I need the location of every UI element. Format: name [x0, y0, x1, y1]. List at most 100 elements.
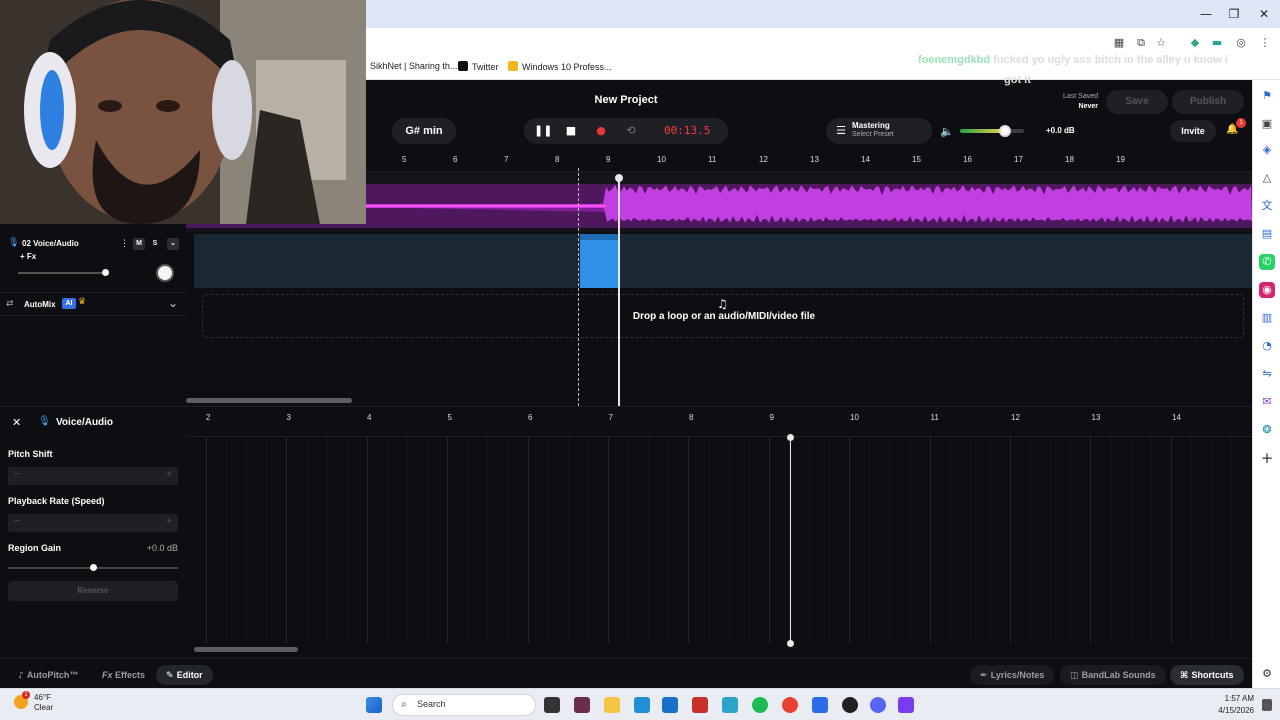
pitch-shift-stepper[interactable]: − +	[8, 467, 178, 485]
browser-icon[interactable]	[722, 697, 738, 713]
translate-icon[interactable]: ⇋	[1259, 366, 1275, 382]
editor-button[interactable]: ✎ Editor	[156, 665, 213, 685]
bookmark-icon[interactable]: ⚑	[1259, 88, 1275, 104]
ruler-tick: 7	[504, 155, 509, 164]
chevron-down-icon[interactable]: ⌄	[167, 238, 179, 250]
editor-scrollbar[interactable]	[194, 647, 298, 652]
bookmark-sikhnet[interactable]: SikhNet | Sharing th...	[370, 61, 457, 71]
playback-rate-stepper[interactable]: − +	[8, 514, 178, 532]
webcam-overlay	[0, 0, 366, 224]
bookmark-twitter[interactable]: Twitter	[458, 61, 499, 72]
mastering-button[interactable]: ☰ Mastering Select Preset	[826, 118, 932, 144]
audio-region[interactable]	[580, 234, 620, 288]
close-icon[interactable]: ✕	[12, 416, 21, 429]
briefcase-icon[interactable]: ▣	[1259, 116, 1275, 132]
track-volume-slider[interactable]	[18, 269, 109, 276]
decrement-button[interactable]: −	[14, 469, 20, 480]
calendar-icon[interactable]: ▤	[1259, 226, 1275, 242]
app-icon[interactable]	[574, 697, 590, 713]
spotify-icon[interactable]	[752, 697, 768, 713]
editor-grid[interactable]	[186, 437, 1252, 643]
file-explorer-icon[interactable]	[604, 697, 620, 713]
translate-icon[interactable]: 文	[1259, 198, 1275, 214]
bandlab-sounds-button[interactable]: ◫ BandLab Sounds	[1060, 665, 1166, 685]
pan-knob[interactable]	[156, 264, 174, 282]
track-2-lane[interactable]	[194, 234, 1252, 288]
bookmark-windows10[interactable]: Windows 10 Profess...	[508, 61, 612, 72]
settings-gear-icon[interactable]: ⚙	[1259, 666, 1275, 682]
shortcuts-button[interactable]: ⌘ Shortcuts	[1170, 665, 1244, 685]
chrome-icon[interactable]	[782, 697, 798, 713]
favorite-star-icon[interactable]: ☆	[1154, 36, 1168, 50]
app-icon[interactable]	[842, 697, 858, 713]
chevron-down-icon[interactable]: ⌄	[168, 296, 178, 310]
volume-knob[interactable]	[998, 125, 1011, 137]
whatsapp-icon[interactable]: ✆	[1259, 254, 1275, 270]
reading-view-icon[interactable]: ▦	[1112, 36, 1126, 50]
more-menu-icon[interactable]: ⋮	[1258, 36, 1272, 50]
discord-icon[interactable]	[870, 697, 886, 713]
editor-playhead[interactable]	[790, 437, 791, 643]
publish-button[interactable]: Publish	[1172, 90, 1244, 114]
nba-icon[interactable]	[692, 697, 708, 713]
master-volume-slider[interactable]	[960, 125, 1024, 137]
region-gain-knob[interactable]	[90, 564, 97, 571]
solo-button[interactable]: S	[149, 238, 161, 250]
playhead-handle[interactable]	[615, 174, 623, 182]
headphones-icon[interactable]	[898, 697, 914, 713]
weather-widget[interactable]: 46°F Clear	[34, 693, 53, 713]
taskbar-search[interactable]: ⌕ Search	[392, 694, 536, 716]
drive-icon[interactable]: △	[1259, 170, 1275, 186]
close-window-icon[interactable]: ✕	[1256, 6, 1272, 22]
project-title[interactable]: New Project	[560, 94, 692, 106]
store-icon[interactable]	[662, 697, 678, 713]
drop-zone[interactable]: ♫ Drop a loop or an audio/MIDI/video fil…	[202, 294, 1244, 338]
pause-icon[interactable]: ❚❚	[534, 124, 552, 138]
timeline-scrollbar[interactable]	[186, 398, 352, 403]
track-volume-knob[interactable]	[102, 269, 109, 276]
increment-button[interactable]: +	[166, 469, 172, 480]
taskbar-clock[interactable]: 1:57 AM 4/15/2026	[1206, 693, 1254, 717]
restore-icon[interactable]: ❐	[1226, 6, 1242, 22]
stop-icon[interactable]: ■	[564, 124, 578, 138]
edge-sidebar: ⚑ ▣ ◈ △ 文 ▤ ✆ ◉ ▥ ◔ ⇋ ✉ ❂ + ⚙	[1252, 80, 1280, 688]
app-icon[interactable]	[812, 697, 828, 713]
decrement-button[interactable]: −	[14, 516, 20, 527]
track-name[interactable]: 02 Voice/Audio	[22, 239, 79, 248]
app-icon[interactable]: ❂	[1259, 422, 1275, 438]
add-icon[interactable]: +	[1259, 450, 1275, 466]
automix-row[interactable]: ⇄ AutoMix AI ♛ ⌄	[0, 292, 186, 316]
increment-button[interactable]: +	[166, 516, 172, 527]
loop-icon[interactable]: ⟲	[624, 124, 638, 138]
minimize-icon[interactable]: —	[1198, 6, 1214, 22]
mute-button[interactable]: M	[133, 238, 145, 250]
add-fx-button[interactable]: + Fx	[20, 252, 36, 261]
notification-icon[interactable]: ◔	[1259, 338, 1275, 354]
messenger-icon[interactable]: ✉	[1259, 394, 1275, 410]
lyrics-notes-button[interactable]: ✒ Lyrics/Notes	[970, 665, 1055, 685]
autopitch-button[interactable]: ♪ AutoPitch™	[18, 665, 78, 685]
effects-button[interactable]: Fx Effects	[102, 665, 145, 685]
speaker-icon[interactable]: 🔈	[940, 125, 954, 139]
instagram-icon[interactable]: ◉	[1259, 282, 1275, 298]
cube-icon[interactable]: ◈	[1259, 142, 1275, 158]
extension-icon[interactable]: ◎	[1234, 36, 1248, 50]
invite-button[interactable]: Invite	[1170, 120, 1216, 142]
windows-start-icon[interactable]	[366, 697, 382, 713]
region-gain-slider[interactable]	[8, 564, 178, 571]
extension-icon[interactable]: ▬	[1210, 36, 1224, 50]
grid-line	[1170, 437, 1172, 643]
record-icon[interactable]: ●	[594, 124, 608, 138]
track-menu-icon[interactable]: ⋮	[120, 238, 129, 249]
key-selector[interactable]: G# min	[392, 118, 456, 144]
task-view-icon[interactable]	[544, 697, 560, 713]
reverse-button[interactable]: Reverse	[8, 581, 178, 601]
save-button[interactable]: Save	[1106, 90, 1168, 114]
editor-ruler[interactable]: 2 3 4 5 6 7 8 9 10 11 12 13 14	[186, 407, 1252, 437]
grid-line	[1130, 437, 1132, 643]
extension-icon[interactable]: ◆	[1188, 36, 1202, 50]
notification-center-icon[interactable]	[1262, 699, 1272, 711]
chart-icon[interactable]: ▥	[1259, 310, 1275, 326]
edge-icon[interactable]	[634, 697, 650, 713]
cast-icon[interactable]: ⧉	[1134, 36, 1148, 50]
